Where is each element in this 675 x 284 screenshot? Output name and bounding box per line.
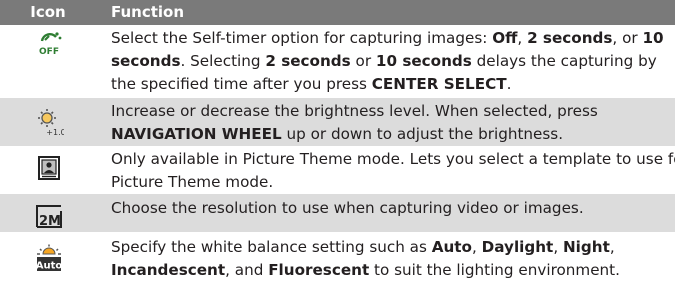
svg-text:+1.0: +1.0	[46, 128, 64, 136]
icon-column-header: Icon	[30, 3, 66, 21]
bold-term: Night	[562, 238, 610, 256]
table-row-resolution: 2M Choose the resolution to use when cap…	[0, 194, 675, 232]
bold-term: Auto	[431, 238, 472, 256]
function-text-line: Only available in Picture Theme mode. Le…	[111, 148, 675, 171]
text-run: to suit the lighting environment.	[369, 261, 620, 279]
text-run: delays the capturing by	[471, 52, 657, 70]
white-balance-auto-icon: Auto	[34, 244, 64, 272]
function-text-line: Increase or decrease the brightness leve…	[111, 100, 669, 123]
self-timer-off-icon: OFF	[34, 29, 64, 57]
text-run: , and	[225, 261, 269, 279]
function-text-line: Select the Self-timer option for capturi…	[111, 27, 669, 50]
text-run: Picture Theme mode.	[111, 173, 274, 191]
text-run: Only available in Picture Theme mode. Le…	[111, 150, 675, 168]
svg-text:OFF: OFF	[39, 47, 59, 57]
text-run: the specified time after you press	[111, 75, 372, 93]
bold-term: CENTER SELECT	[371, 75, 507, 93]
table-row-picture-theme: Only available in Picture Theme mode. Le…	[0, 146, 675, 194]
text-run: Specify the white balance setting such a…	[111, 238, 432, 256]
function-text-line: Picture Theme mode.	[111, 171, 669, 194]
function-text-line: Choose the resolution to use when captur…	[111, 197, 669, 220]
function-text: Choose the resolution to use when captur…	[111, 197, 669, 220]
bold-term: Fluorescent	[268, 261, 370, 279]
icon-cell: +1.0	[0, 98, 96, 146]
function-text-line: NAVIGATION WHEEL up or down to adjust th…	[111, 123, 669, 146]
text-run: Select the Self-timer option for capturi…	[111, 29, 493, 47]
text-run: ,	[609, 238, 615, 256]
text-run: .	[506, 75, 512, 93]
text-run: ,	[472, 238, 482, 256]
bold-term: Incandescent	[111, 261, 226, 279]
bold-term: NAVIGATION WHEEL	[111, 125, 282, 143]
text-run: . Selecting	[180, 52, 266, 70]
table-row-white-balance: Auto Specify the white balance setting s…	[0, 232, 675, 284]
brightness-icon: +1.0	[34, 108, 64, 136]
bold-term: Daylight	[481, 238, 554, 256]
function-text-line: Incandescent, and Fluorescent to suit th…	[111, 259, 669, 282]
text-run: ,	[517, 29, 528, 47]
icon-cell	[0, 146, 96, 194]
svg-text:2M: 2M	[39, 214, 61, 229]
table-row-self-timer: OFF Select the Self-timer option for cap…	[0, 25, 675, 98]
table-row-brightness: +1.0 Increase or decrease the brightness…	[0, 98, 675, 146]
text-run: or	[350, 52, 376, 70]
bold-term: seconds	[111, 52, 181, 70]
bold-term: 10	[642, 29, 664, 47]
text-run: up or down to adjust the brightness.	[281, 125, 564, 143]
picture-theme-template-icon	[34, 155, 64, 183]
function-text-line: the specified time after you press CENTE…	[111, 73, 669, 96]
icon-cell: Auto	[0, 232, 96, 284]
text-run: Choose the resolution to use when captur…	[111, 199, 584, 217]
text-run: ,	[553, 238, 563, 256]
bold-term: 2 seconds	[265, 52, 351, 70]
bold-term: 10 seconds	[375, 52, 472, 70]
text-run: , or	[612, 29, 643, 47]
function-text: Select the Self-timer option for capturi…	[111, 27, 669, 96]
bold-term: 2 seconds	[527, 29, 613, 47]
function-text: Specify the white balance setting such a…	[111, 236, 669, 282]
function-text: Increase or decrease the brightness leve…	[111, 100, 669, 146]
svg-text:Auto: Auto	[36, 261, 63, 272]
function-text-line: seconds. Selecting 2 seconds or 10 secon…	[111, 50, 669, 73]
resolution-2m-icon: 2M	[34, 201, 64, 229]
icon-cell: 2M	[0, 194, 96, 232]
bold-term: Off	[492, 29, 518, 47]
text-run: Increase or decrease the brightness leve…	[111, 102, 598, 120]
function-column-header: Function	[111, 3, 185, 21]
function-text: Only available in Picture Theme mode. Le…	[111, 148, 675, 194]
table-header: Icon Function	[0, 0, 675, 25]
icon-cell: OFF	[0, 25, 96, 98]
function-text-line: Specify the white balance setting such a…	[111, 236, 669, 259]
